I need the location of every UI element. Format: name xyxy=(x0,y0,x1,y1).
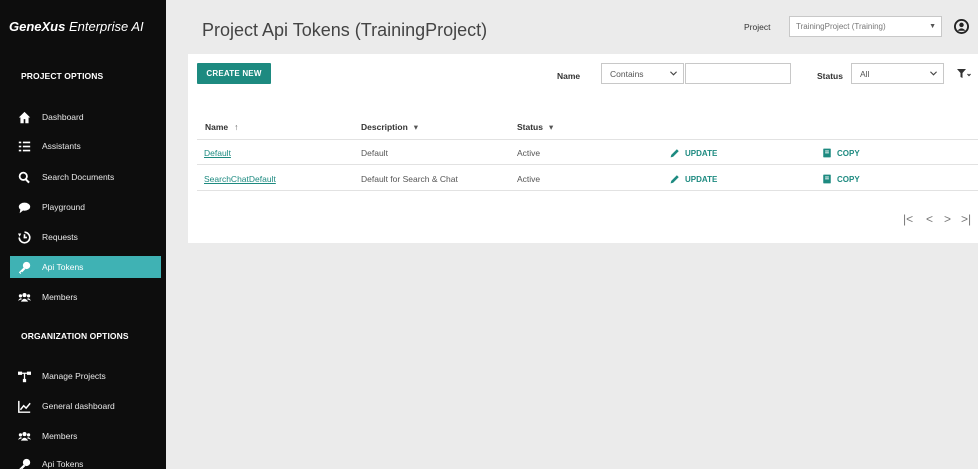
column-label: Name xyxy=(205,122,229,132)
sidebar-item-label: Dashboard xyxy=(42,112,84,122)
update-button[interactable]: UPDATE xyxy=(670,174,717,184)
status-filter-label: Status xyxy=(817,71,843,81)
page-title: Project Api Tokens (TrainingProject) xyxy=(202,20,488,40)
sidebar-item-search-documents[interactable]: Search Documents xyxy=(10,166,161,188)
token-name-link[interactable]: SearchChatDefault xyxy=(204,174,276,184)
sidebar-item-label: Manage Projects xyxy=(42,371,106,381)
users-icon xyxy=(17,290,31,304)
project-options-heading: PROJECT OPTIONS xyxy=(21,71,104,81)
sidebar-item-dashboard[interactable]: Dashboard xyxy=(10,106,161,128)
sort-dropdown-icon: ▾ xyxy=(548,122,554,132)
name-operator-select[interactable]: Contains xyxy=(601,63,684,84)
update-label: UPDATE xyxy=(685,148,718,158)
key-icon xyxy=(17,457,31,469)
sidebar-item-label: General dashboard xyxy=(42,401,115,411)
column-header-description[interactable]: Description ▾ xyxy=(361,122,418,133)
sidebar-item-label: Assistants xyxy=(42,141,81,151)
sidebar: GeneXus Enterprise AI PROJECT OPTIONS Da… xyxy=(0,0,166,469)
name-operator-value: Contains xyxy=(610,68,644,79)
create-new-button[interactable]: CREATE NEW xyxy=(197,63,271,84)
chat-bubble-icon xyxy=(17,200,31,214)
pencil-icon xyxy=(670,149,679,158)
list-icon xyxy=(17,139,31,153)
sort-ascending-icon: ↑ xyxy=(234,122,239,132)
sidebar-item-label: Members xyxy=(42,292,78,302)
project-select-value: TrainingProject (Training) xyxy=(796,22,886,31)
pencil-icon xyxy=(670,175,679,184)
sidebar-item-playground[interactable]: Playground xyxy=(10,196,161,218)
chevron-down-icon xyxy=(930,71,937,76)
token-description: Default xyxy=(361,148,388,158)
copy-label: COPY xyxy=(837,174,860,184)
key-icon xyxy=(17,260,31,274)
sidebar-item-api-tokens[interactable]: Api Tokens xyxy=(10,256,161,278)
sidebar-item-label: Playground xyxy=(42,202,86,212)
search-icon xyxy=(17,170,31,184)
brand-logo: GeneXus Enterprise AI xyxy=(9,19,144,34)
home-icon xyxy=(17,110,31,124)
users-icon xyxy=(17,429,31,443)
update-button[interactable]: UPDATE xyxy=(670,148,717,158)
sidebar-item-org-api-tokens[interactable]: Api Tokens xyxy=(10,453,161,469)
sidebar-item-members[interactable]: Members xyxy=(10,286,161,308)
copy-button[interactable]: COPY xyxy=(822,174,860,184)
previous-page-button[interactable]: < xyxy=(926,212,933,226)
sidebar-item-label: Members xyxy=(42,431,78,441)
first-page-button[interactable]: |< xyxy=(903,212,913,226)
sidebar-item-org-members[interactable]: Members xyxy=(10,425,161,447)
line-chart-icon xyxy=(17,399,31,413)
sidebar-item-requests[interactable]: Requests xyxy=(10,226,161,248)
sidebar-item-general-dashboard[interactable]: General dashboard xyxy=(10,395,161,417)
name-filter-label: Name xyxy=(557,71,581,81)
chevron-down-icon: ▼ xyxy=(929,23,936,30)
filter-icon[interactable] xyxy=(957,69,971,79)
organization-options-heading: ORGANIZATION OPTIONS xyxy=(21,331,129,341)
copy-icon xyxy=(823,148,831,158)
row-divider xyxy=(197,164,978,165)
project-label: Project xyxy=(744,22,771,32)
column-label: Status xyxy=(517,122,543,132)
column-label: Description xyxy=(361,122,408,132)
sidebar-item-manage-projects[interactable]: Manage Projects xyxy=(10,365,161,387)
copy-icon xyxy=(823,174,831,184)
column-header-name[interactable]: Name ↑ xyxy=(205,122,238,132)
row-divider xyxy=(197,190,978,191)
sidebar-item-label: Api Tokens xyxy=(42,262,84,272)
status-select[interactable]: All xyxy=(851,63,944,84)
status-select-value: All xyxy=(860,68,870,79)
token-description: Default for Search & Chat xyxy=(361,174,458,184)
sitemap-icon xyxy=(17,369,31,383)
next-page-button[interactable]: > xyxy=(944,212,951,226)
sidebar-item-label: Requests xyxy=(42,232,78,242)
update-label: UPDATE xyxy=(685,174,718,184)
table-header-divider xyxy=(197,139,978,140)
sidebar-item-label: Api Tokens xyxy=(42,459,84,469)
copy-button[interactable]: COPY xyxy=(822,148,860,158)
sort-dropdown-icon: ▾ xyxy=(413,122,419,132)
history-icon xyxy=(17,230,31,244)
token-status: Active xyxy=(517,174,541,184)
last-page-button[interactable]: >| xyxy=(961,212,971,226)
project-select[interactable]: TrainingProject (Training) ▼ xyxy=(789,16,942,37)
copy-label: COPY xyxy=(837,148,860,158)
token-name-link[interactable]: Default xyxy=(204,148,231,158)
user-account-icon[interactable] xyxy=(954,19,969,34)
token-status: Active xyxy=(517,148,541,158)
sidebar-item-label: Search Documents xyxy=(42,172,115,182)
column-header-status[interactable]: Status ▾ xyxy=(517,122,553,133)
sidebar-item-assistants[interactable]: Assistants xyxy=(10,135,161,157)
chevron-down-icon xyxy=(670,71,677,76)
name-filter-input[interactable] xyxy=(685,63,791,84)
